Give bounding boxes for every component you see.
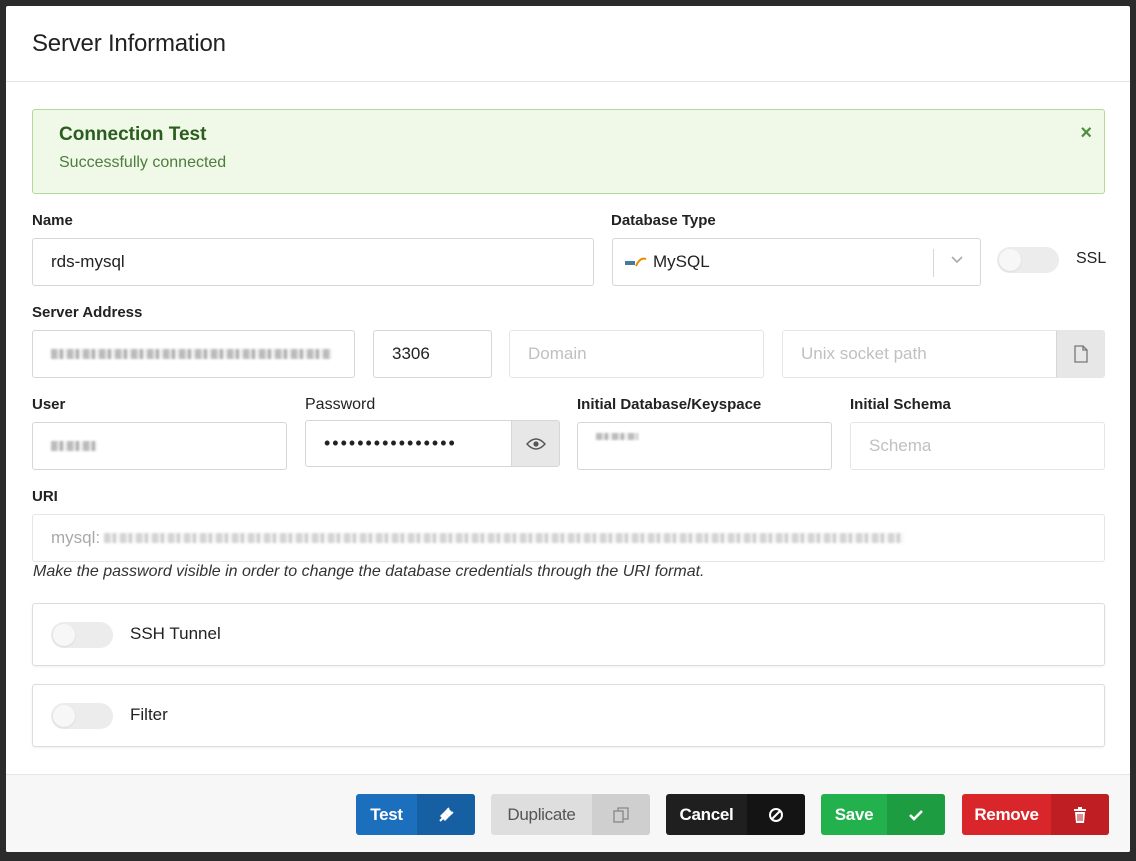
password-value: •••••••••••••••• — [324, 433, 457, 453]
uri-prefix: mysql: — [51, 528, 101, 547]
redacted-server-address — [51, 349, 331, 359]
duplicate-button[interactable]: Duplicate — [491, 794, 650, 835]
ssh-tunnel-panel[interactable]: SSH Tunnel — [32, 603, 1105, 666]
redacted-user — [51, 441, 97, 451]
file-icon[interactable] — [1056, 331, 1104, 377]
port-input[interactable]: 3306 — [373, 330, 492, 378]
name-input[interactable]: rds-mysql — [32, 238, 594, 286]
uri-label: URI — [32, 488, 58, 505]
initial-schema-placeholder: Schema — [869, 436, 932, 455]
database-type-value: MySQL — [653, 252, 710, 271]
domain-input[interactable]: Domain — [509, 330, 764, 378]
save-button-label: Save — [834, 804, 874, 824]
domain-placeholder: Domain — [528, 344, 587, 363]
duplicate-button-label: Duplicate — [507, 804, 576, 824]
filter-toggle[interactable] — [51, 703, 113, 729]
ssh-tunnel-toggle[interactable] — [51, 622, 113, 648]
redacted-uri — [104, 533, 905, 543]
chevron-down-icon[interactable] — [948, 251, 966, 269]
alert-title: Connection Test — [59, 124, 207, 145]
check-icon — [887, 794, 945, 835]
trash-icon — [1051, 794, 1109, 835]
copy-icon — [592, 794, 650, 835]
user-input[interactable] — [32, 422, 287, 470]
initial-database-input[interactable] — [577, 422, 832, 470]
cancel-button-label: Cancel — [679, 804, 734, 824]
remove-button[interactable]: Remove — [962, 794, 1109, 835]
select-separator — [933, 249, 934, 277]
filter-panel[interactable]: Filter — [32, 684, 1105, 747]
test-button[interactable]: Test — [356, 794, 475, 835]
save-button[interactable]: Save — [821, 794, 945, 835]
test-button-label: Test — [370, 804, 403, 824]
ssh-tunnel-label: SSH Tunnel — [130, 624, 221, 643]
initial-schema-input[interactable]: Schema — [850, 422, 1105, 470]
initial-schema-label: Initial Schema — [850, 396, 951, 413]
ssl-toggle[interactable] — [997, 247, 1059, 273]
remove-button-label: Remove — [974, 804, 1039, 824]
connection-test-alert: Connection Test Successfully connected × — [32, 109, 1105, 194]
unix-socket-placeholder: Unix socket path — [801, 344, 927, 363]
plug-icon — [417, 794, 475, 835]
ssl-label: SSL — [1076, 250, 1107, 267]
uri-hint: Make the password visible in order to ch… — [33, 563, 705, 580]
uri-input[interactable]: mysql: — [32, 514, 1105, 562]
server-address-label: Server Address — [32, 304, 143, 321]
database-type-select[interactable]: MySQL — [612, 238, 981, 286]
password-label: Password — [305, 396, 376, 413]
filter-label: Filter — [130, 705, 168, 724]
server-information-dialog: Server Information Connection Test Succe… — [6, 6, 1130, 852]
alert-message: Successfully connected — [59, 154, 227, 171]
server-address-input[interactable] — [32, 330, 355, 378]
dialog-header: Server Information — [6, 6, 1130, 82]
user-label: User — [32, 396, 66, 413]
password-input[interactable]: •••••••••••••••• — [305, 420, 560, 467]
mysql-logo-icon — [625, 257, 647, 267]
initial-database-label: Initial Database/Keyspace — [577, 396, 762, 413]
name-label: Name — [32, 212, 73, 229]
unix-socket-input[interactable]: Unix socket path — [782, 330, 1105, 378]
dialog-footer: Test Duplicate Cancel Save Remove — [6, 774, 1130, 852]
dialog-title: Server Information — [32, 29, 226, 57]
name-value: rds-mysql — [51, 252, 125, 271]
database-type-label: Database Type — [611, 212, 716, 229]
redacted-initial-database — [596, 433, 638, 440]
ban-icon — [747, 794, 805, 835]
cancel-button[interactable]: Cancel — [666, 794, 805, 835]
eye-icon[interactable] — [511, 421, 559, 466]
port-value: 3306 — [392, 344, 430, 363]
close-icon[interactable]: × — [1080, 122, 1092, 145]
